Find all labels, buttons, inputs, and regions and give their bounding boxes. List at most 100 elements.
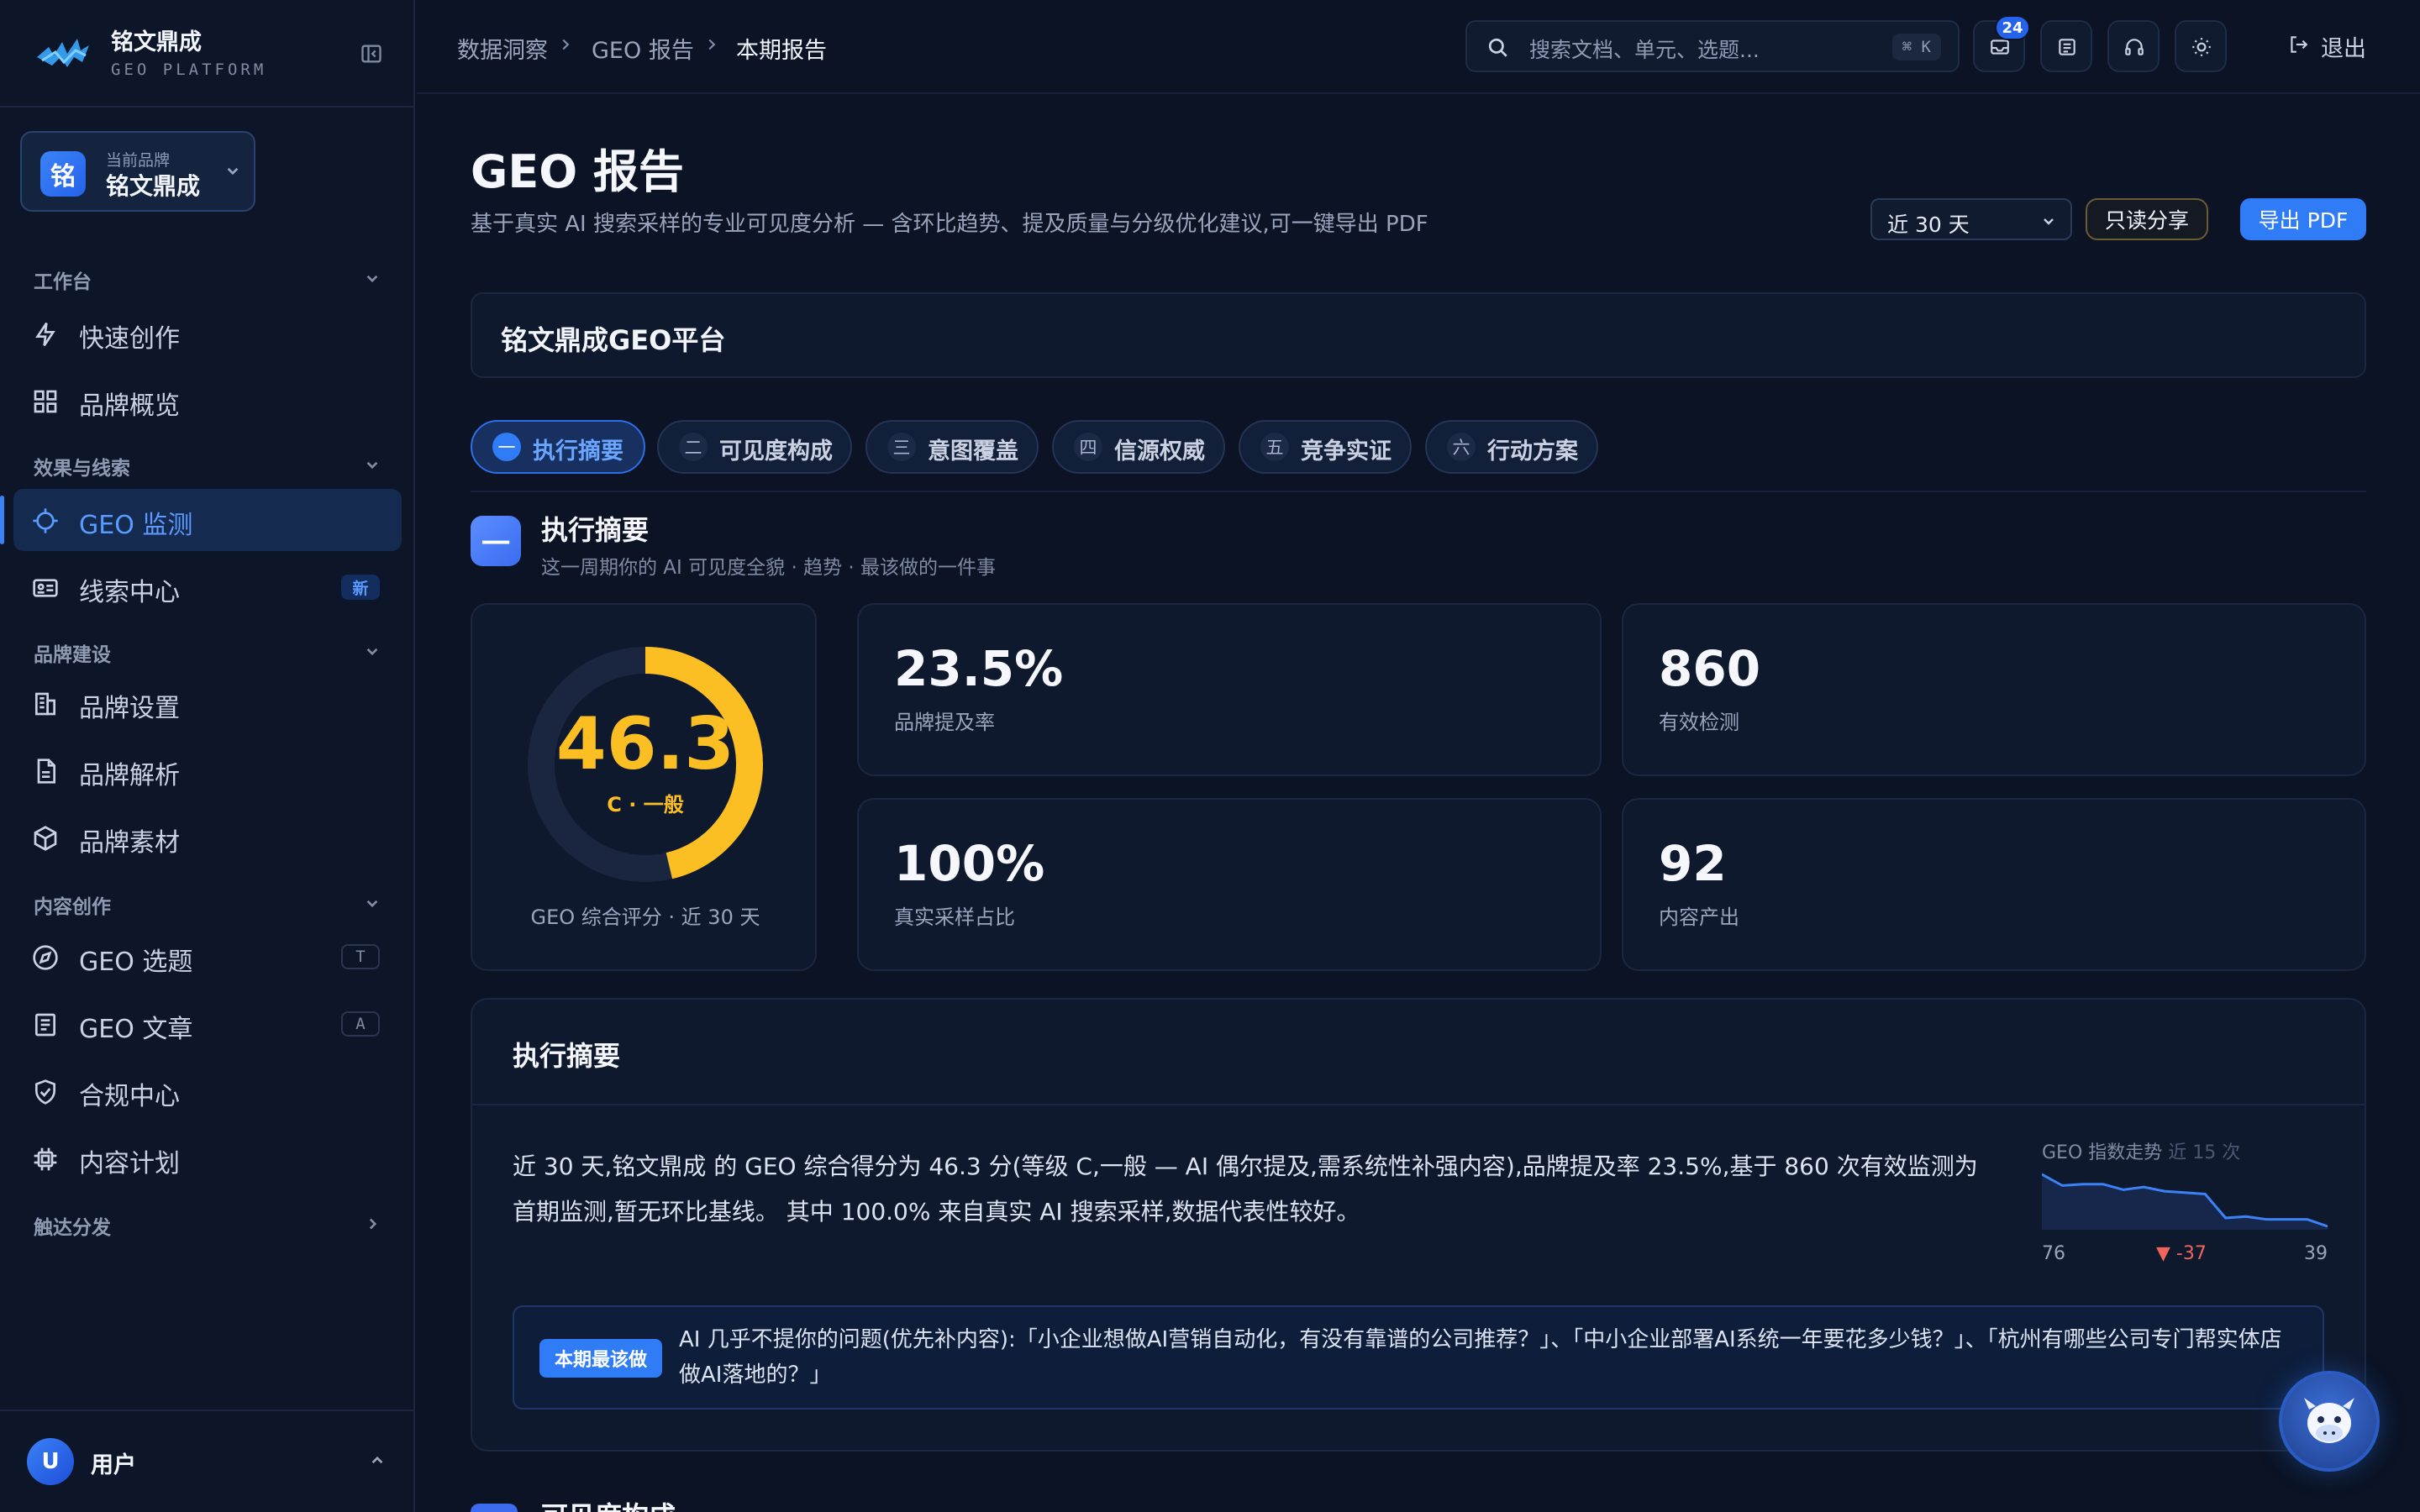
tab-source-authority[interactable]: 四 信源权威 bbox=[1052, 420, 1225, 474]
tab-number: 一 bbox=[492, 433, 521, 461]
sidebar-item-label: GEO 监测 bbox=[79, 511, 193, 540]
tab-executive-summary[interactable]: 一 执行摘要 bbox=[471, 420, 645, 474]
bolt-icon bbox=[35, 322, 55, 347]
export-pdf-button[interactable]: 导出 PDF bbox=[2240, 198, 2366, 240]
chevron-up-icon bbox=[371, 1456, 383, 1464]
search-shortcut: ⌘ K bbox=[1891, 34, 1941, 60]
crosshair-icon bbox=[33, 508, 58, 533]
tab-label: 意图覆盖 bbox=[928, 438, 1018, 465]
chevron-right-icon[interactable] bbox=[361, 1213, 383, 1235]
sidebar-item-brand-settings[interactable]: 品牌设置 bbox=[13, 672, 402, 734]
trend-line-chart bbox=[2042, 1173, 2328, 1230]
brand-avatar: 铭 bbox=[40, 151, 86, 197]
app-platform: GEO PLATFORM bbox=[111, 60, 267, 79]
card-title: 执行摘要 bbox=[513, 1040, 621, 1072]
section-title-effects[interactable]: 效果与线索 bbox=[34, 452, 130, 480]
sidebar-item-label: 品牌解析 bbox=[79, 761, 180, 790]
trend-title-label: GEO 指数走势 bbox=[2042, 1142, 2163, 1163]
sidebar-item-label: 品牌素材 bbox=[79, 828, 180, 858]
brand-selector-label: 当前品牌 bbox=[106, 151, 171, 170]
sidebar-item-quick-create[interactable]: 快速创作 bbox=[13, 302, 402, 365]
tab-label: 信源权威 bbox=[1114, 438, 1205, 465]
stat-value: 100% bbox=[894, 835, 1045, 892]
sidebar-item-label: 内容计划 bbox=[79, 1149, 180, 1179]
date-range-value: 近 30 天 bbox=[1887, 213, 1970, 237]
score-grade: C · 一般 bbox=[607, 793, 684, 816]
brand-selector[interactable]: 铭 当前品牌 铭文鼎成 bbox=[20, 131, 255, 212]
shield-check-icon bbox=[35, 1079, 55, 1105]
chevron-down-icon[interactable] bbox=[361, 454, 383, 475]
stat-label: 内容产出 bbox=[1659, 906, 1739, 929]
user-menu[interactable]: U 用户 bbox=[0, 1410, 415, 1512]
sun-icon bbox=[2192, 38, 2211, 56]
section-number-badge bbox=[471, 1504, 518, 1512]
avatar: U bbox=[27, 1438, 74, 1485]
trend-delta: ▼ -37 bbox=[2156, 1243, 2207, 1264]
collapse-sidebar-icon[interactable] bbox=[360, 42, 383, 66]
breadcrumb-current: 本期报告 bbox=[736, 38, 827, 64]
score-caption: GEO 综合评分 · 近 30 天 bbox=[530, 906, 760, 929]
sidebar-item-brand-analysis[interactable]: 品牌解析 bbox=[13, 739, 402, 801]
section-title-workbench[interactable]: 工作台 bbox=[34, 265, 92, 294]
section-title: 执行摘要 bbox=[541, 514, 650, 546]
document-icon bbox=[37, 759, 55, 784]
section-title-distribution[interactable]: 触达分发 bbox=[34, 1211, 111, 1240]
chevron-down-icon[interactable] bbox=[361, 267, 383, 289]
sidebar-item-geo-monitor[interactable]: GEO 监测 bbox=[0, 489, 402, 551]
section-title-content[interactable]: 内容创作 bbox=[34, 890, 111, 919]
tab-number: 五 bbox=[1260, 433, 1289, 461]
stat-value: 92 bbox=[1659, 835, 1727, 892]
section-title-brand-building[interactable]: 品牌建设 bbox=[34, 638, 111, 667]
sidebar-item-compliance[interactable]: 合规中心 bbox=[13, 1060, 402, 1122]
next-section-title: 可见度构成 bbox=[541, 1495, 676, 1512]
stat-label: 真实采样占比 bbox=[894, 906, 1015, 929]
brand-logo-icon bbox=[37, 39, 89, 67]
tab-visibility[interactable]: 二 可见度构成 bbox=[657, 420, 852, 474]
executive-summary-card: 执行摘要 近 30 天,铭文鼎成 的 GEO 综合得分为 46.3 分(等级 C… bbox=[471, 998, 2366, 1452]
page-subtitle: 基于真实 AI 搜索采样的专业可见度分析 — 含环比趋势、提及质量与分级优化建议… bbox=[471, 212, 1428, 237]
chevron-down-icon bbox=[227, 167, 239, 176]
stat-card-real-sampling: 100% 真实采样占比 bbox=[857, 798, 1602, 971]
docs-button[interactable] bbox=[2040, 20, 2092, 72]
breadcrumb-data-insight[interactable]: 数据洞察 bbox=[457, 32, 548, 65]
date-range-select[interactable]: 近 30 天 bbox=[1870, 198, 2072, 240]
score-value: 46.3 bbox=[555, 702, 735, 786]
support-button[interactable] bbox=[2107, 20, 2160, 72]
breadcrumb-geo-report[interactable]: GEO 报告 bbox=[592, 32, 694, 65]
top-priority-callout: 本期最该做 AI 几乎不提你的问题(优先补内容):「小企业想做AI营销自动化，有… bbox=[513, 1305, 2324, 1410]
trend-period: 近 15 次 bbox=[2168, 1142, 2241, 1163]
sidebar: 铭文鼎成 GEO PLATFORM 铭 当前品牌 铭文鼎成 工作台 快速创作 品… bbox=[0, 0, 415, 1512]
trend-title: GEO 指数走势 近 15 次 bbox=[2042, 1137, 2240, 1164]
tab-competition[interactable]: 五 竞争实证 bbox=[1239, 420, 1412, 474]
brand-selector-value: 铭文鼎成 bbox=[106, 172, 201, 200]
tab-number: 三 bbox=[887, 433, 916, 461]
brand-header: 铭文鼎成GEO平台 bbox=[471, 292, 2366, 378]
sidebar-item-brand-overview[interactable]: 品牌概览 bbox=[13, 370, 402, 432]
sidebar-item-geo-articles[interactable]: GEO 文章 A bbox=[13, 993, 402, 1055]
sidebar-item-content-plan[interactable]: 内容计划 bbox=[13, 1127, 402, 1189]
sidebar-item-label: GEO 文章 bbox=[79, 1015, 193, 1044]
sidebar-item-leads[interactable]: 线索中心 新 bbox=[13, 556, 402, 618]
theme-toggle-button[interactable] bbox=[2175, 20, 2227, 72]
readonly-share-button[interactable]: 只读分享 bbox=[2086, 198, 2208, 240]
grid-icon bbox=[34, 390, 57, 413]
chevron-down-icon[interactable] bbox=[361, 892, 383, 914]
tab-number: 二 bbox=[679, 433, 708, 461]
chevron-down-icon[interactable] bbox=[361, 640, 383, 662]
stat-card-content-output: 92 内容产出 bbox=[1622, 798, 2366, 971]
sidebar-item-label: 品牌概览 bbox=[79, 391, 180, 421]
section-number-badge: 一 bbox=[471, 516, 521, 566]
trend-end-value: 39 bbox=[2304, 1243, 2328, 1264]
tab-label: 执行摘要 bbox=[533, 438, 623, 465]
tab-action-plan[interactable]: 六 行动方案 bbox=[1425, 420, 1598, 474]
ai-assistant-button[interactable] bbox=[2279, 1371, 2380, 1472]
divider bbox=[471, 491, 2366, 492]
compass-icon bbox=[33, 945, 58, 970]
sidebar-item-geo-topics[interactable]: GEO 选题 T bbox=[13, 926, 402, 988]
tab-label: 可见度构成 bbox=[719, 438, 833, 465]
sidebar-item-brand-assets[interactable]: 品牌素材 bbox=[13, 806, 402, 869]
tab-intent-coverage[interactable]: 三 意图覆盖 bbox=[865, 420, 1039, 474]
tab-label: 行动方案 bbox=[1487, 438, 1578, 465]
search-input[interactable]: 搜索文档、单元、选题... ⌘ K bbox=[1465, 20, 1960, 72]
score-card: 46.3 C · 一般 GEO 综合评分 · 近 30 天 bbox=[471, 603, 817, 971]
